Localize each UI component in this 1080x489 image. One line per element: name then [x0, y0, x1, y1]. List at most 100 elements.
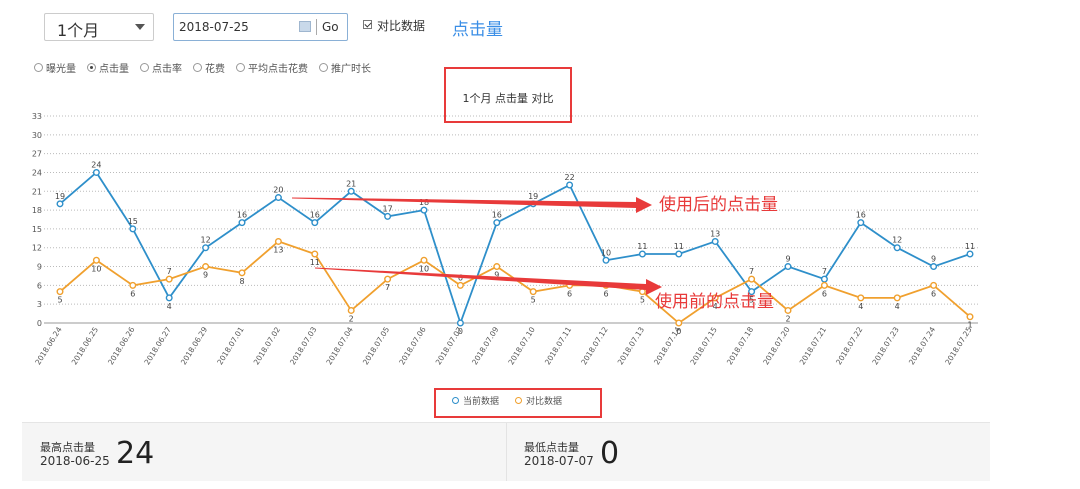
data-label: 2 — [349, 314, 354, 323]
data-label: 4 — [858, 302, 863, 311]
data-point — [456, 281, 464, 289]
x-tick-label: 2018.07.24 — [907, 325, 938, 366]
data-label: 24 — [91, 160, 101, 169]
legend-marker-icon — [515, 397, 523, 404]
data-point — [602, 256, 610, 264]
y-tick-label: 0 — [37, 319, 42, 328]
data-label: 12 — [201, 236, 211, 245]
x-tick-label: 2018.06.27 — [143, 325, 174, 366]
data-label: 16 — [856, 211, 866, 220]
y-axis-ticks: 0 3 6 9 12 15 18 21 24 27 30 33 — [32, 112, 42, 328]
y-tick-label: 9 — [37, 263, 42, 272]
data-label: 11 — [674, 242, 684, 251]
data-label: 16 — [237, 211, 247, 220]
data-point — [675, 319, 683, 327]
data-label: 20 — [273, 186, 283, 195]
data-point — [966, 250, 974, 258]
x-tick-label: 2018.07.04 — [325, 325, 356, 366]
x-tick-label: 2018.07.11 — [543, 325, 574, 366]
data-point — [238, 269, 246, 277]
data-point — [529, 288, 537, 296]
x-tick-label: 2018.07.13 — [616, 325, 647, 366]
stats-panel: 最高点击量 2018-06-25 24 最低点击量 2018-07-07 0 — [22, 422, 990, 481]
x-axis-ticks: 2018.06.24 2018.06.25 2018.06.26 2018.06.27… — [33, 325, 974, 366]
data-point — [857, 219, 865, 227]
data-label: 9 — [931, 255, 936, 264]
data-label: 10 — [91, 264, 101, 273]
data-point — [638, 250, 646, 258]
data-label: 19 — [528, 192, 538, 201]
y-tick-label: 6 — [37, 281, 42, 290]
y-tick-label: 21 — [32, 187, 42, 196]
data-label: 11 — [637, 242, 647, 251]
y-tick-label: 27 — [32, 150, 42, 159]
min-clicks-value: 0 — [600, 436, 620, 471]
x-tick-label: 2018.07.01 — [215, 325, 246, 366]
data-point — [202, 263, 210, 271]
data-label: 5 — [57, 296, 62, 305]
data-label: 6 — [822, 289, 827, 298]
data-label: 5 — [640, 296, 645, 305]
data-label: 15 — [128, 217, 138, 226]
data-label: 5 — [531, 296, 536, 305]
data-point — [675, 250, 683, 258]
data-label: 0 — [458, 327, 463, 336]
data-point — [311, 250, 319, 258]
y-tick-label: 3 — [37, 300, 42, 309]
data-point — [566, 181, 574, 189]
data-point — [92, 256, 100, 264]
data-point — [165, 275, 173, 283]
legend-item-compare[interactable]: 对比数据 — [515, 394, 562, 407]
x-tick-label: 2018.07.12 — [579, 325, 610, 366]
stats-divider — [506, 423, 507, 481]
min-clicks-label: 最低点击量 — [524, 441, 579, 454]
data-label: 11 — [965, 242, 975, 251]
data-label: 6 — [931, 289, 936, 298]
data-point — [274, 194, 282, 202]
data-label: 21 — [346, 179, 356, 188]
data-point — [347, 306, 355, 314]
x-tick-label: 2018.07.20 — [761, 325, 792, 366]
data-point — [748, 275, 756, 283]
x-tick-label: 2018.07.15 — [689, 325, 720, 366]
data-point — [311, 219, 319, 227]
legend-label: 对比数据 — [526, 397, 563, 407]
data-point — [493, 263, 501, 271]
data-point — [893, 294, 901, 302]
data-point — [456, 319, 464, 327]
series-line — [59, 240, 971, 325]
data-label: 17 — [383, 204, 393, 213]
after-annotation-arrow — [292, 197, 652, 213]
before-annotation-label: 使用前的点击量 — [655, 291, 774, 312]
data-point — [384, 212, 392, 220]
x-tick-label: 2018.06.26 — [106, 325, 137, 366]
data-label: 6 — [130, 289, 135, 298]
data-label: 0 — [676, 327, 681, 336]
data-label: 16 — [310, 211, 320, 220]
data-label: 7 — [822, 267, 827, 276]
data-label: 7 — [749, 267, 754, 276]
data-label: 9 — [203, 271, 208, 280]
min-clicks-date: 2018-07-07 — [524, 454, 594, 468]
x-tick-label: 2018.07.21 — [798, 325, 829, 366]
chart-legend: 当前数据 对比数据 — [452, 394, 562, 407]
data-point — [202, 244, 210, 252]
data-label: 12 — [892, 236, 902, 245]
data-point — [966, 313, 974, 321]
data-point — [129, 225, 137, 233]
data-point — [165, 294, 173, 302]
data-point — [930, 281, 938, 289]
data-point — [129, 281, 137, 289]
data-label: 16 — [492, 211, 502, 220]
x-tick-label: 2018.07.09 — [470, 325, 501, 366]
x-tick-label: 2018.06.29 — [179, 325, 210, 366]
y-tick-label: 24 — [32, 168, 42, 177]
data-label: 4 — [167, 302, 172, 311]
legend-item-current[interactable]: 当前数据 — [452, 394, 499, 407]
data-point — [420, 206, 428, 214]
data-point — [893, 244, 901, 252]
x-tick-label: 2018.07.18 — [725, 325, 756, 366]
data-point — [274, 237, 282, 245]
max-clicks-label: 最高点击量 — [40, 441, 95, 454]
data-label: 10 — [601, 248, 611, 257]
